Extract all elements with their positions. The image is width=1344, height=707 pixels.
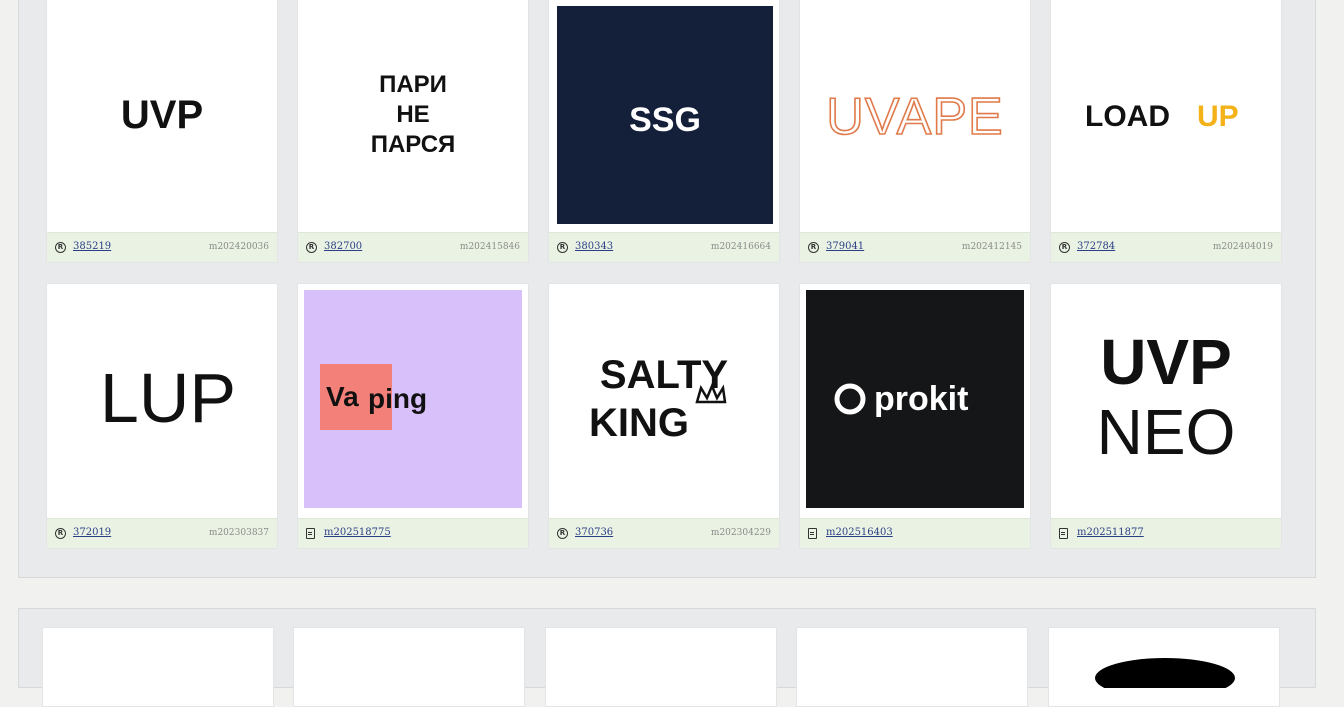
trademark-card[interactable] <box>42 627 274 707</box>
card-footer: m202516403 <box>800 518 1030 548</box>
trademark-logo[interactable]: UVP <box>47 0 277 232</box>
trademark-card[interactable]: UVP NEO m202511877 <box>1050 283 1282 549</box>
logo-text: LUP <box>100 359 236 437</box>
logo-text-up: UP <box>1197 100 1239 133</box>
madrid-number: m202420036 <box>208 242 269 252</box>
madrid-number: m202303837 <box>208 528 269 538</box>
trademark-card[interactable]: UVAPE R 379041 m202412145 <box>799 0 1031 263</box>
card-footer: m202518775 <box>298 518 528 548</box>
logo-text-line: НЕ <box>396 101 429 128</box>
card-footer: R 370736 m202304229 <box>549 518 779 548</box>
registered-icon: R <box>55 242 66 253</box>
trademark-card[interactable]: UVP R 385219 m202420036 <box>46 0 278 263</box>
trademark-logo[interactable]: Va ping <box>298 284 528 518</box>
card-footer: R 372019 m202303837 <box>47 518 277 548</box>
card-footer: R 385219 m202420036 <box>47 232 277 262</box>
registered-icon: R <box>306 242 317 253</box>
trademark-card[interactable]: LUP R 372019 m202303837 <box>46 283 278 549</box>
registered-icon: R <box>1059 242 1070 253</box>
logo-text-line: NEO <box>1097 396 1236 468</box>
application-number-link[interactable]: m202516403 <box>826 527 893 538</box>
madrid-number: m202304229 <box>710 528 771 538</box>
logo-text-load: LOAD <box>1085 100 1170 133</box>
card-footer: m202511877 <box>1051 518 1281 548</box>
logo-circle <box>1095 658 1235 698</box>
logo-text-line: KING <box>589 401 689 445</box>
trademark-logo[interactable]: prokit <box>800 284 1030 518</box>
card-footer: R 379041 m202412145 <box>800 232 1030 262</box>
document-icon <box>808 528 817 539</box>
results-panel: UVP R 385219 m202420036 ПАРИ НЕ ПАРСЯ R … <box>18 0 1316 578</box>
application-number-link[interactable]: 379041 <box>826 241 864 252</box>
application-number-link[interactable]: m202511877 <box>1077 527 1144 538</box>
logo-text-line: ПАРСЯ <box>371 131 456 158</box>
application-number-link[interactable]: m202518775 <box>324 527 391 538</box>
registered-icon: R <box>808 242 819 253</box>
application-number-link[interactable]: 385219 <box>73 241 111 252</box>
registered-icon: R <box>55 528 66 539</box>
trademark-card[interactable] <box>545 627 777 707</box>
document-icon <box>306 528 315 539</box>
application-number-link[interactable]: 380343 <box>575 241 613 252</box>
application-number-link[interactable]: 372784 <box>1077 241 1115 252</box>
trademark-logo[interactable]: SSG <box>549 0 779 232</box>
registered-icon: R <box>557 528 568 539</box>
document-icon <box>1059 528 1068 539</box>
trademark-card[interactable]: ПАРИ НЕ ПАРСЯ R 382700 m202415846 <box>297 0 529 263</box>
application-number-link[interactable]: 370736 <box>575 527 613 538</box>
trademark-card[interactable]: SALTY KING R 370736 m202304229 <box>548 283 780 549</box>
card-footer: R 380343 m202416664 <box>549 232 779 262</box>
trademark-card[interactable] <box>796 627 1028 707</box>
trademark-card[interactable] <box>1048 627 1280 707</box>
trademark-card[interactable]: Va ping m202518775 <box>297 283 529 549</box>
card-footer: R 382700 m202415846 <box>298 232 528 262</box>
madrid-number: m202416664 <box>710 242 771 252</box>
logo-text-ping: ping <box>368 383 427 414</box>
card-footer: R 372784 m202404019 <box>1051 232 1281 262</box>
madrid-number: m202412145 <box>961 242 1022 252</box>
logo-text-va: Va <box>326 381 359 412</box>
trademark-logo[interactable]: UVAPE <box>800 0 1030 232</box>
madrid-number: m202404019 <box>1212 242 1273 252</box>
trademark-logo[interactable]: SALTY KING <box>549 284 779 518</box>
trademark-logo[interactable]: ПАРИ НЕ ПАРСЯ <box>298 0 528 232</box>
results-panel <box>18 608 1316 707</box>
logo-text: UVP <box>121 93 203 137</box>
trademark-logo[interactable]: LOAD UP <box>1051 0 1281 232</box>
logo-text: SSG <box>629 101 701 139</box>
registered-icon: R <box>557 242 568 253</box>
trademark-card[interactable]: SSG R 380343 m202416664 <box>548 0 780 263</box>
trademark-logo <box>1095 658 1235 698</box>
application-number-link[interactable]: 382700 <box>324 241 362 252</box>
logo-text-line: UVP <box>1100 326 1232 398</box>
logo-text-line: ПАРИ <box>379 71 447 98</box>
trademark-logo[interactable]: LUP <box>47 284 277 518</box>
application-number-link[interactable]: 372019 <box>73 527 111 538</box>
trademark-card[interactable]: prokit m202516403 <box>799 283 1031 549</box>
trademark-logo[interactable]: UVP NEO <box>1051 284 1281 518</box>
trademark-card[interactable]: LOAD UP R 372784 m202404019 <box>1050 0 1282 263</box>
logo-text: UVAPE <box>826 88 1003 146</box>
logo-text: prokit <box>874 380 968 418</box>
trademark-card[interactable] <box>293 627 525 707</box>
madrid-number: m202415846 <box>459 242 520 252</box>
